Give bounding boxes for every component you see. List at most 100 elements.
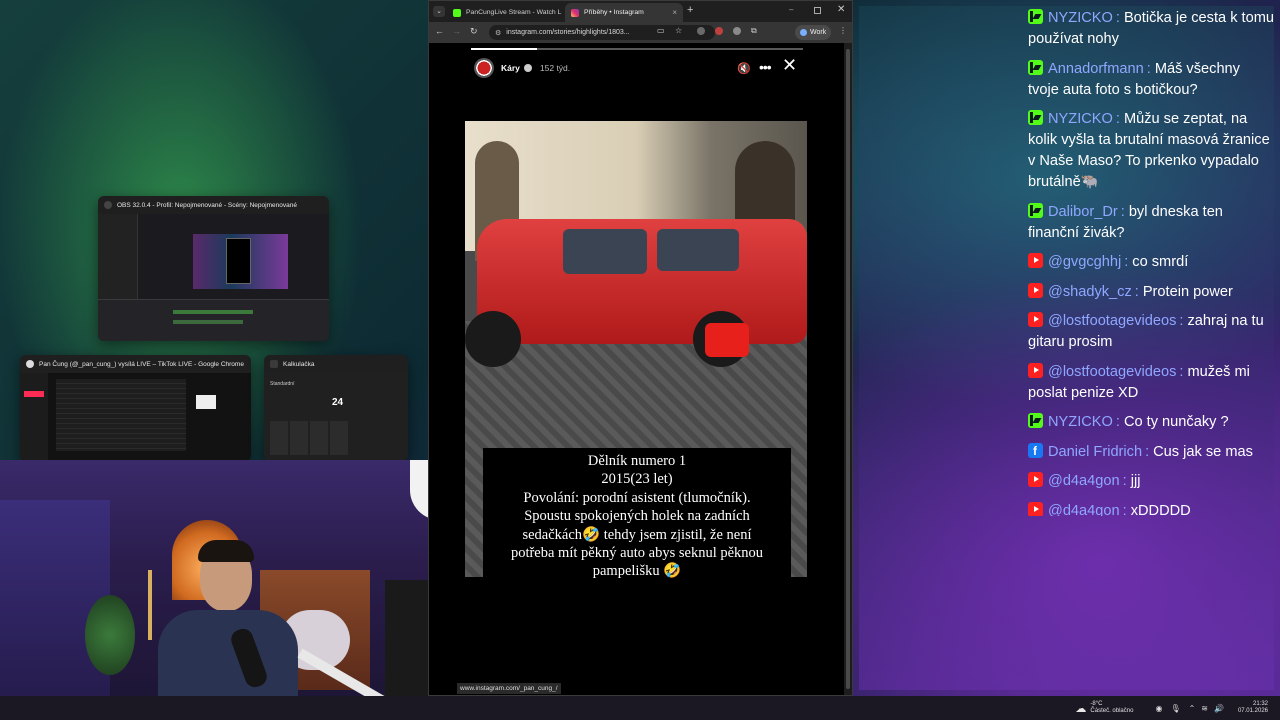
calculator-preview: Standardní 24: [264, 373, 408, 461]
chat-username: NYZICKO: [1048, 414, 1113, 430]
thumbnail-title-tiktok: Pan Čung (@_pan_cung_) vysílá LIVE – Tik…: [39, 360, 244, 368]
chat-username: NYZICKO: [1048, 10, 1113, 26]
story-progress-bar: [471, 48, 803, 50]
more-options-icon[interactable]: •••: [759, 59, 772, 75]
wifi-icon[interactable]: ≋: [1201, 704, 1208, 713]
youtube-logo-icon: [1028, 282, 1043, 298]
status-bar-url: www.instagram.com/_pan_cung_/: [457, 683, 561, 694]
chat-separator: :: [1146, 60, 1151, 77]
weather-cloud-icon: ☁: [1075, 702, 1087, 715]
system-tray: ☁ -8°C Částeč. oblačno ◉ 🎙 ⌃ ≋ 🔊 21:32 0…: [1075, 696, 1280, 720]
chat-separator: :: [1179, 313, 1184, 329]
close-tab-icon[interactable]: ×: [672, 8, 677, 17]
browser-window: ⌄ PanCungLive Stream - Watch L × Příběhy…: [428, 0, 853, 696]
chat-message: @lostfootagevideos: zahraj na tu gitaru p…: [1028, 311, 1274, 353]
weather-temperature: -8°C: [1090, 701, 1103, 707]
tab-strip: ⌄ PanCungLive Stream - Watch L × Příběhy…: [429, 1, 852, 22]
minimize-button[interactable]: –: [789, 5, 793, 14]
chat-message: @d4a4gon: jjj: [1028, 471, 1274, 492]
account-avatar[interactable]: [474, 58, 494, 78]
story-caption-box: Dělník numero 1 2015(23 let) Povolání: p…: [483, 448, 791, 581]
screen-cast-icon[interactable]: ▭: [657, 26, 665, 35]
car-window: [657, 229, 739, 271]
instagram-story-viewer: Káry 152 týd. 🔇 ••• ✕ Dělník numero 1 20…: [429, 43, 845, 695]
extensions-puzzle-icon[interactable]: ⧉: [751, 26, 757, 36]
tab-label: PanCungLive Stream - Watch L: [466, 9, 562, 16]
floor-lamp: [148, 570, 152, 640]
kick-logo-icon: [1028, 110, 1043, 125]
chat-username: @d4a4gon: [1048, 502, 1120, 517]
page-scrollbar[interactable]: [844, 43, 852, 695]
extension-icon[interactable]: [733, 27, 741, 35]
speaker-icon[interactable]: 🔊: [1214, 704, 1224, 713]
clock-time: 21:32: [1252, 701, 1268, 707]
window-thumbnail-obs[interactable]: OBS 32.0.4 - Profil: Nepojmenované - Scé…: [98, 196, 329, 341]
weather-widget[interactable]: ☁ -8°C Částeč. oblačno: [1075, 701, 1133, 715]
address-bar-url: instagram.com/stories/highlights/1803...: [506, 29, 630, 36]
close-story-icon[interactable]: ✕: [782, 55, 797, 76]
kick-logo-icon: [1028, 59, 1043, 75]
chat-separator: :: [1179, 363, 1184, 380]
browser-toolbar: ← → ↻ ⚙ instagram.com/stories/highlights…: [429, 22, 852, 43]
site-info-icon[interactable]: ⚙: [495, 29, 501, 37]
window-thumbnail-calculator[interactable]: Kalkulačka Standardní 24: [264, 355, 408, 461]
chat-username: Daniel Fridrich: [1048, 443, 1143, 460]
chat-message-text: Co ty nunčaky ?: [1123, 414, 1229, 430]
back-button[interactable]: ←: [435, 26, 444, 36]
chrome-icon: [26, 360, 34, 368]
chat-message: NYZICKO: Co ty nunčaky ?: [1028, 412, 1274, 433]
chat-username: @lostfootagevideos: [1048, 313, 1177, 329]
extension-icon[interactable]: [715, 27, 723, 35]
facebook-logo-icon: [1028, 442, 1043, 459]
tiktok-preview: [20, 373, 251, 461]
chat-message-text: Cus jak se mas: [1153, 443, 1253, 460]
streamer-hair: [198, 540, 254, 562]
caption-line: 2015(23 let): [601, 471, 673, 488]
chat-message: @gvgcghhj: co smrdí: [1028, 252, 1274, 273]
chat-message: @d4a4gon: xDDDDD: [1028, 501, 1274, 517]
menu-kebab-icon[interactable]: ⋮: [839, 26, 847, 35]
profile-avatar-icon: [800, 29, 807, 36]
kick-icon: [453, 8, 461, 17]
bookmark-star-icon[interactable]: ☆: [675, 26, 682, 35]
chat-username: @gvgcghhj: [1048, 254, 1122, 270]
window-thumbnail-tiktok-chrome[interactable]: Pan Čung (@_pan_cung_) vysílá LIVE – Tik…: [20, 355, 251, 461]
tray-app-icon[interactable]: ◉: [1155, 704, 1162, 713]
forward-button[interactable]: →: [452, 26, 461, 36]
chat-username: @d4a4gon: [1048, 473, 1120, 489]
chat-separator: :: [1120, 203, 1125, 220]
tab-pancunglive[interactable]: PanCungLive Stream - Watch L ×: [447, 3, 565, 22]
caption-line: pampelišku 🤣: [592, 563, 682, 580]
taskbar-clock[interactable]: 21:32 07.01.2026: [1238, 701, 1268, 715]
chevron-up-icon[interactable]: ⌃: [1189, 704, 1196, 713]
tab-instagram-stories[interactable]: Příběhy • Instagram ×: [565, 3, 683, 22]
profile-button[interactable]: Work: [795, 25, 832, 40]
chat-feed: NYZICKO: Botička je cesta k tomu používat…: [1028, 8, 1274, 516]
thumbnail-title-calculator: Kalkulačka: [283, 360, 315, 368]
kick-logo-icon: [1028, 202, 1043, 218]
car-window: [563, 229, 647, 274]
microphone-icon[interactable]: 🎙: [1170, 704, 1180, 713]
mute-icon[interactable]: 🔇: [737, 62, 751, 75]
youtube-logo-icon: [1028, 472, 1043, 487]
maximize-button[interactable]: [814, 7, 821, 14]
kick-logo-icon: [1028, 413, 1043, 428]
chat-message: @shadyk_cz: Protein power: [1028, 282, 1274, 303]
chat-separator: :: [1115, 111, 1120, 127]
taskbar: ☁ -8°C Částeč. oblačno ◉ 🎙 ⌃ ≋ 🔊 21:32 0…: [0, 696, 1280, 720]
caption-line: Spoustu spokojených holek na zadních: [524, 508, 750, 525]
clock-date: 07.01.2026: [1237, 708, 1268, 714]
tab-search-button[interactable]: ⌄: [433, 6, 445, 17]
close-window-button[interactable]: ✕: [837, 4, 845, 15]
chat-message: Annadorfmann: Máš všechny tvoje auta foto…: [1028, 59, 1274, 101]
story-account-name[interactable]: Káry: [501, 63, 520, 73]
new-tab-button[interactable]: +: [687, 4, 693, 16]
chat-message: Dalibor_Dr: byl dneska ten finanční živák…: [1028, 202, 1274, 244]
thumbnail-title-obs: OBS 32.0.4 - Profil: Nepojmenované - Scé…: [117, 201, 297, 209]
youtube-logo-icon: [1028, 501, 1043, 516]
obs-preview: [98, 214, 329, 341]
caption-line: sedačkách🤣 tehdy jsem zjistil, že není: [522, 526, 752, 543]
story-caption: Dělník numero 1 2015(23 let) Povolání: p…: [483, 452, 791, 581]
extension-icon[interactable]: [697, 27, 705, 35]
reload-button[interactable]: ↻: [470, 26, 478, 37]
